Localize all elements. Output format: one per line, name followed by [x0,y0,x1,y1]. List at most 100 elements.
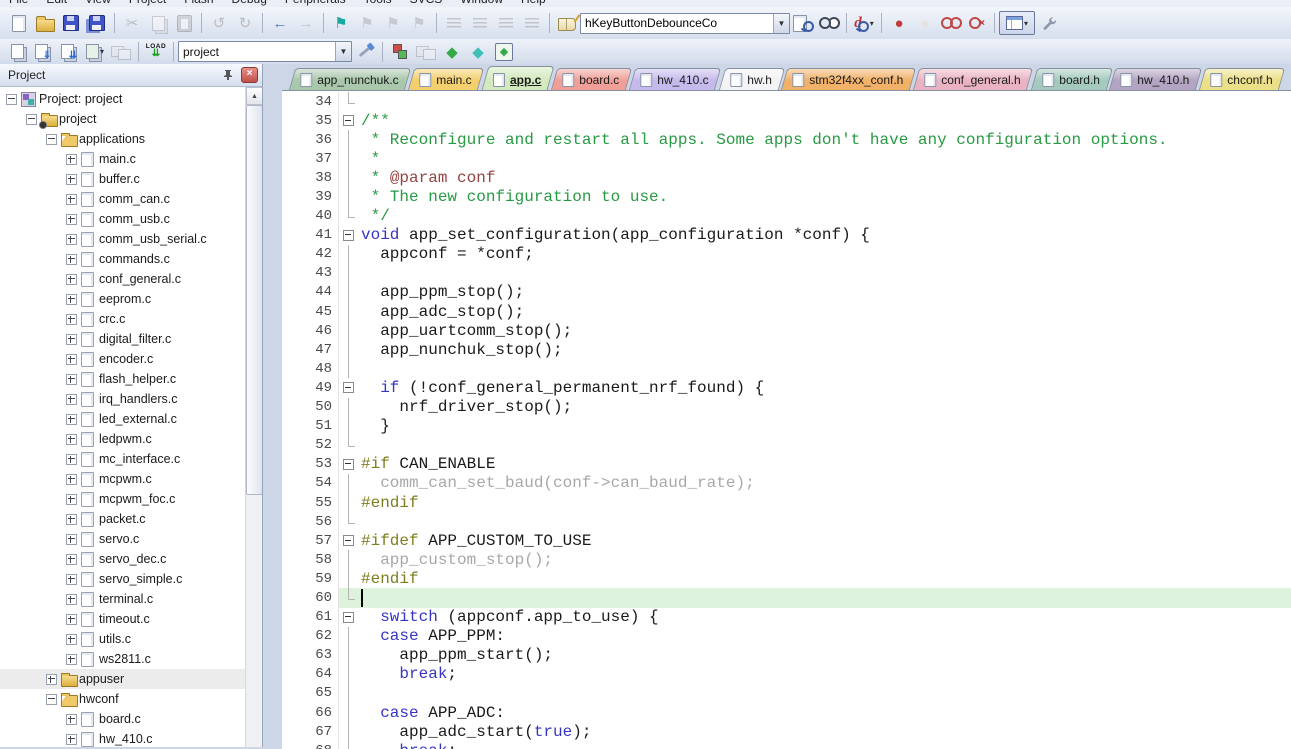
bookmark-clear-button[interactable]: ⚑ [406,11,432,35]
menu-flash[interactable]: Flash [175,0,222,6]
code-line-43[interactable]: 43 [282,264,1291,283]
tree-item-buffer-c[interactable]: buffer.c [0,169,246,189]
tree-item-hwconf[interactable]: hwconf [0,689,246,709]
tab-hw-410-c[interactable]: hw_410.c [629,68,722,90]
load-button[interactable]: LOAD⇊ [143,41,169,62]
expand-icon[interactable] [66,354,77,365]
code-line-57[interactable]: 57#ifdef APP_CUSTOM_TO_USE [282,531,1291,550]
code-line-64[interactable]: 64 break; [282,665,1291,684]
tab-app-nunchuk-c[interactable]: app_nunchuk.c [289,68,412,90]
redo-button[interactable]: ↻ [232,11,258,35]
menu-project[interactable]: Project [120,0,175,6]
expand-icon[interactable] [66,534,77,545]
unindent-button[interactable] [467,11,493,35]
expand-icon[interactable] [66,654,77,665]
code-line-37[interactable]: 37 * [282,149,1291,168]
batch-build-button[interactable]: ▾ [82,41,108,62]
expand-icon[interactable] [66,394,77,405]
expand-icon[interactable] [66,454,77,465]
code-line-55[interactable]: 55#endif [282,493,1291,512]
code-line-53[interactable]: 53#if CAN_ENABLE [282,455,1291,474]
code-line-67[interactable]: 67 app_adc_start(true); [282,722,1291,741]
tab-conf-general-h[interactable]: conf_general.h [913,68,1034,90]
expand-icon[interactable] [46,674,57,685]
tree-item-project-project[interactable]: Project: project [0,89,246,109]
target-dropdown-arrow-icon[interactable]: ▼ [335,42,351,61]
code-line-36[interactable]: 36 * Reconfigure and restart all apps. S… [282,130,1291,149]
menu-svcs[interactable]: SVCS [401,0,452,6]
expand-icon[interactable] [66,714,77,725]
stop-build-button[interactable] [108,41,134,62]
menu-file[interactable]: File [0,0,37,6]
code-line-50[interactable]: 50 nrf_driver_stop(); [282,398,1291,417]
tab-stm32f4xx-conf-h[interactable]: stm32f4xx_conf.h [781,68,916,90]
navigate-forward-button[interactable]: → [293,11,319,35]
expand-icon[interactable] [66,574,77,585]
code-line-40[interactable]: 40 */ [282,207,1291,226]
tree-item-encoder-c[interactable]: encoder.c [0,349,246,369]
expand-icon[interactable] [66,314,77,325]
manage-items-button[interactable]: ◆ [491,41,517,62]
code-line-54[interactable]: 54 comm_can_set_baud(conf->can_baud_rate… [282,474,1291,493]
fold-collapse-icon[interactable] [339,455,361,474]
tab-main-c[interactable]: main.c [408,68,485,90]
expand-icon[interactable] [66,414,77,425]
window-layout-button[interactable]: ▾ [999,11,1035,35]
bookmark-prev-button[interactable]: ⚑ [354,11,380,35]
fold-collapse-icon[interactable] [339,531,361,550]
code-line-41[interactable]: 41void app_set_configuration(app_configu… [282,226,1291,245]
configure-button[interactable] [1035,11,1061,35]
code-line-61[interactable]: 61 switch (appconf.app_to_use) { [282,608,1291,627]
code-line-52[interactable]: 52 [282,436,1291,455]
tree-item-flash-helper-c[interactable]: flash_helper.c [0,369,246,389]
tree-item-appuser[interactable]: appuser [0,669,246,689]
tree-item-crc-c[interactable]: crc.c [0,309,246,329]
tree-item-servo-simple-c[interactable]: servo_simple.c [0,569,246,589]
collapse-icon[interactable] [26,114,37,125]
expand-icon[interactable] [66,234,77,245]
tree-item-servo-dec-c[interactable]: servo_dec.c [0,549,246,569]
expand-icon[interactable] [66,374,77,385]
find-in-files-button[interactable] [790,11,816,35]
scrollbar-up-arrow[interactable]: ▲ [246,87,262,105]
code-line-58[interactable]: 58 app_custom_stop(); [282,550,1291,569]
debug-search-button[interactable]: d▾ [851,11,877,35]
tree-item-conf-general-c[interactable]: conf_general.c [0,269,246,289]
tree-item-comm-can-c[interactable]: comm_can.c [0,189,246,209]
code-line-39[interactable]: 39 * The new configuration to use. [282,187,1291,206]
select-packs-button[interactable]: ◆ [439,41,465,62]
panel-splitter[interactable] [263,64,282,747]
tree-item-commands-c[interactable]: commands.c [0,249,246,269]
expand-icon[interactable] [66,494,77,505]
menu-peripherals[interactable]: Peripherals [276,0,355,6]
tree-item-project[interactable]: project [0,109,246,129]
expand-icon[interactable] [66,614,77,625]
expand-icon[interactable] [66,154,77,165]
menu-tools[interactable]: Tools [355,0,401,6]
code-line-51[interactable]: 51 } [282,417,1291,436]
code-editor[interactable]: 3435/**36 * Reconfigure and restart all … [282,90,1291,749]
tab-hw-410-h[interactable]: hw_410.h [1109,68,1202,90]
copy-button[interactable] [145,11,171,35]
search-combobox[interactable]: ▼ [580,13,790,34]
close-panel-button[interactable]: × [241,67,258,83]
tree-item-mcpwm-foc-c[interactable]: mcpwm_foc.c [0,489,246,509]
pin-icon[interactable] [221,68,235,82]
translate-file-button[interactable] [4,41,30,62]
collapse-icon[interactable] [46,694,57,705]
pack-installer-button[interactable]: ◆ [465,41,491,62]
manage-components-button[interactable] [413,41,439,62]
expand-icon[interactable] [66,734,77,745]
menu-edit[interactable]: Edit [37,0,76,6]
find-in-book-button[interactable] [554,11,580,35]
rebuild-all-button[interactable]: ⇊ [56,41,82,62]
tab-app-c[interactable]: app.c [481,66,554,90]
collapse-icon[interactable] [46,134,57,145]
search-dropdown-arrow-icon[interactable]: ▼ [773,14,789,33]
code-line-49[interactable]: 49 if (!conf_general_permanent_nrf_found… [282,378,1291,397]
code-line-68[interactable]: 68 break; [282,741,1291,749]
target-select[interactable]: project▼ [178,41,352,62]
tree-item-irq-handlers-c[interactable]: irq_handlers.c [0,389,246,409]
tree-item-timeout-c[interactable]: timeout.c [0,609,246,629]
comment-button[interactable] [493,11,519,35]
